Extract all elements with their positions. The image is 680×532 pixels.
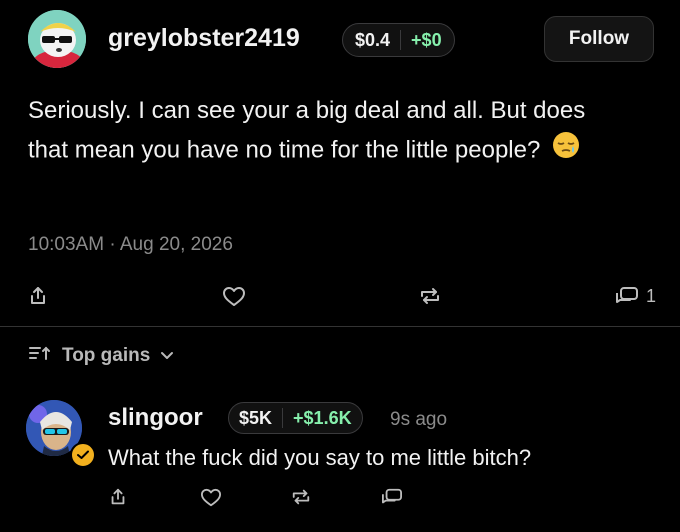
reply-time-ago: 9s ago bbox=[390, 409, 448, 430]
repost-icon[interactable] bbox=[418, 285, 442, 312]
reply-author-price: $5K bbox=[239, 407, 273, 428]
sort-ascending-icon bbox=[28, 343, 52, 369]
reply-author-username[interactable]: slingoor bbox=[108, 404, 203, 432]
pill-divider bbox=[282, 408, 284, 428]
post-author-price: $0.4 bbox=[355, 29, 391, 50]
pill-divider bbox=[400, 30, 402, 50]
post-author-change: +$0 bbox=[411, 29, 442, 50]
reply-repost-icon[interactable] bbox=[290, 487, 312, 512]
share-icon[interactable] bbox=[27, 285, 49, 312]
reply-count: 1 bbox=[646, 286, 657, 306]
reply-reply-icon[interactable] bbox=[380, 487, 404, 512]
post-text: Seriously. I can see your a big deal and… bbox=[28, 97, 586, 164]
reply-heart-icon[interactable] bbox=[200, 488, 222, 513]
sleepy-face-emoji bbox=[551, 130, 581, 172]
reply-text: What the fuck did you say to me little b… bbox=[108, 445, 532, 470]
post-author-avatar[interactable] bbox=[28, 10, 86, 68]
section-divider bbox=[0, 326, 680, 327]
sort-label: Top gains bbox=[62, 345, 151, 366]
post-timestamp: 10:03AM · Aug 20, 2026 bbox=[28, 234, 233, 255]
chevron-down-icon bbox=[160, 345, 174, 367]
post-author-price-pill[interactable]: $0.4 +$0 bbox=[342, 23, 455, 57]
reply-author-change: +$1.6K bbox=[293, 407, 352, 428]
follow-button[interactable]: Follow bbox=[544, 16, 654, 62]
sort-dropdown[interactable]: Top gains bbox=[28, 343, 174, 369]
verified-badge-icon bbox=[70, 442, 96, 468]
reply-icon[interactable] bbox=[614, 285, 640, 312]
post-author-username[interactable]: greylobster2419 bbox=[108, 24, 300, 53]
reply-author-price-pill[interactable]: $5K +$1.6K bbox=[228, 402, 363, 434]
post-body: Seriously. I can see your a big deal and… bbox=[28, 92, 628, 172]
heart-icon[interactable] bbox=[222, 286, 246, 313]
reply-share-icon[interactable] bbox=[108, 487, 128, 512]
